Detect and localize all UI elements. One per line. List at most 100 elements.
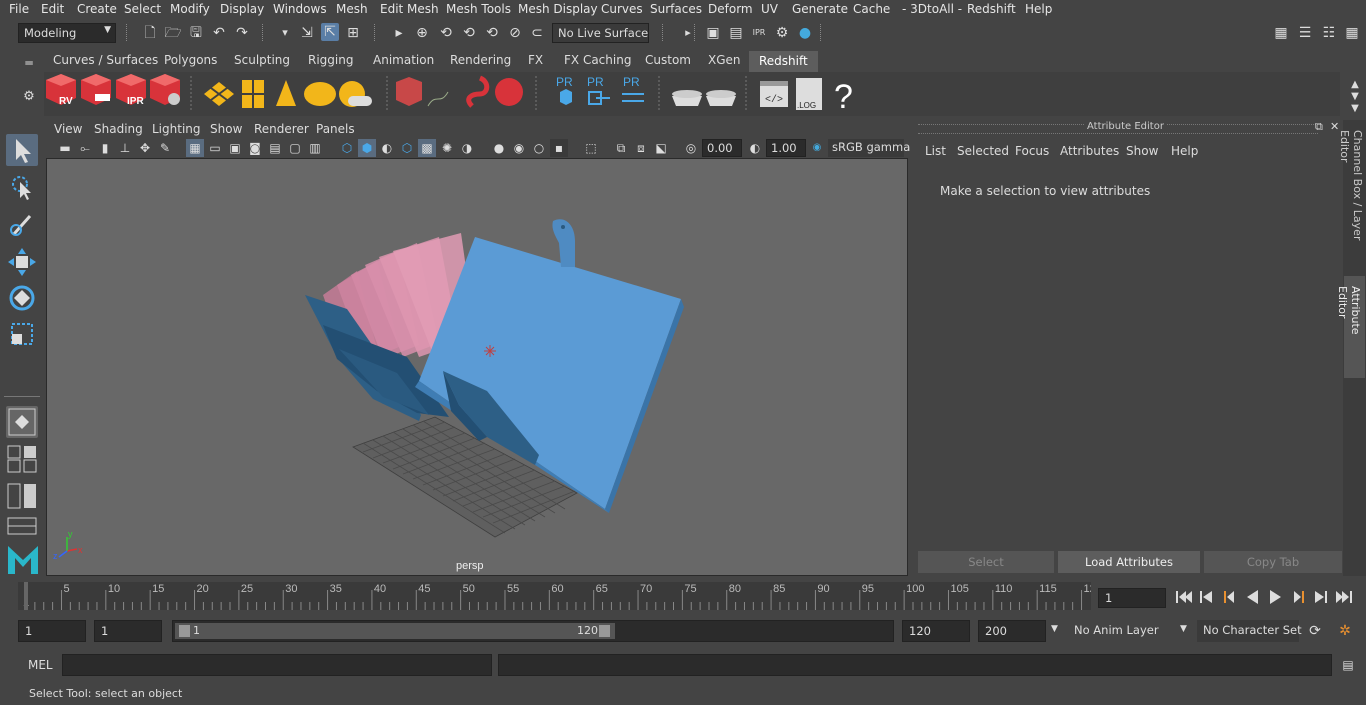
field-chart-icon[interactable]: ▤ [266,139,284,157]
shelf-tab-curves-surfaces[interactable]: Curves / Surfaces [53,53,158,72]
camera-select-icon[interactable]: ▬ [56,139,74,157]
snap-toggle-icon[interactable]: ▸ [390,24,408,42]
save-scene-icon[interactable]: 🖫 [187,24,205,42]
auto-key-icon[interactable]: ⟳ [1306,622,1324,640]
log-icon[interactable]: .LOG [796,78,822,110]
character-set-dropdown[interactable]: No Character Set [1197,620,1302,642]
step-forward-frame-icon[interactable] [1294,591,1304,603]
select-tool-icon[interactable] [6,134,38,166]
redshift-pr-export-icon[interactable]: PR [587,75,610,105]
channel-box-tab[interactable]: Channel Box / Layer Editor [1338,130,1364,270]
redshift-dome-light-icon[interactable] [304,82,336,106]
current-time-marker[interactable] [24,582,28,610]
select-by-hierarchy-icon[interactable]: ▾ [276,24,294,42]
shadows-icon[interactable]: ◑ [458,139,476,157]
shelf-tab-animation[interactable]: Animation [373,53,434,72]
menu-cache[interactable]: Cache [853,2,890,16]
xray-icon[interactable]: ⧉ [612,139,630,157]
ae-menu-attributes[interactable]: Attributes [1060,144,1119,158]
single-perspective-layout-icon[interactable] [6,406,38,438]
smooth-shade-icon[interactable]: ⬢ [358,139,376,157]
snap-view-icon[interactable]: ⟲ [483,24,501,42]
redshift-sun-icon[interactable] [339,81,372,107]
snap-live-icon[interactable]: ⊂ [528,24,546,42]
redshift-volume-icon[interactable] [396,77,422,106]
chevron-down-icon[interactable]: ▼ [1180,624,1187,634]
bake-settings-icon[interactable] [706,90,736,106]
redshift-ipr-icon[interactable]: IPR [116,74,146,107]
wireframe-icon[interactable]: ⬡ [338,139,356,157]
anim-layer-dropdown[interactable]: No Anim Layer [1068,620,1174,642]
gamma-field[interactable]: 1.00 [766,139,806,157]
menu-3dtoall[interactable]: - 3DtoAll - [902,2,962,16]
color-space-field[interactable]: sRGB gamma [828,139,910,157]
select-button[interactable]: Select [918,551,1054,573]
flat-shade-icon[interactable]: ◐ [378,139,396,157]
menu-edit-mesh[interactable]: Edit Mesh [380,2,439,16]
render-view-icon[interactable]: ▣ [704,24,722,42]
redshift-render-view-icon[interactable]: RV [46,74,76,107]
move-tool-icon[interactable] [6,246,38,278]
shelf-options-icon[interactable]: ═ [20,54,38,72]
redshift-settings-icon[interactable] [150,74,180,105]
resolution-gate-icon[interactable]: ▣ [226,139,244,157]
shelf-menu-icon[interactable]: ▼ [1346,100,1364,118]
redshift-light-icon[interactable] [242,80,264,108]
bake-icon[interactable] [672,90,702,106]
gate-mask-icon[interactable]: ◙ [246,139,264,157]
isolate-select-icon[interactable]: ⬚ [582,139,600,157]
undo-icon[interactable]: ↶ [210,24,228,42]
ae-menu-selected[interactable]: Selected [957,144,1009,158]
film-gate-icon[interactable]: ▭ [206,139,224,157]
go-to-end-icon[interactable] [1336,591,1352,603]
redo-icon[interactable]: ↷ [233,24,251,42]
menu-generate[interactable]: Generate [792,2,848,16]
menu-redshift[interactable]: Redshift [967,2,1016,16]
redshift-render-sequence-icon[interactable] [81,74,111,105]
menu-curves[interactable]: Curves [601,2,643,16]
select-by-type-icon[interactable]: ⊞ [344,24,362,42]
ae-menu-show[interactable]: Show [1126,144,1158,158]
copy-tab-button[interactable]: Copy Tab [1204,551,1342,573]
menu-deform[interactable]: Deform [708,2,753,16]
exposure-icon[interactable]: ◎ [682,139,700,157]
open-scene-icon[interactable]: 🗁 [164,24,182,42]
script-editor-icon[interactable]: </> [760,81,788,107]
color-management-icon[interactable]: ◉ [808,139,826,157]
workspace-icon[interactable]: ▦ [1272,24,1290,42]
ae-menu-help[interactable]: Help [1171,144,1198,158]
menu-set-dropdown[interactable]: Modeling ▼ [18,23,116,43]
textured-icon[interactable]: ▩ [418,139,436,157]
redshift-curve-icon[interactable] [466,75,490,108]
redshift-hair-icon[interactable] [427,91,449,107]
wireframe-on-shaded-icon[interactable]: ⬡ [398,139,416,157]
menu-uv[interactable]: UV [761,2,778,16]
redshift-material-icon[interactable] [495,78,523,106]
screen-space-ao-icon[interactable]: ● [490,139,508,157]
range-slider[interactable]: 1 120 [172,620,894,642]
ae-menu-list[interactable]: List [925,144,946,158]
xray-joints-icon[interactable]: ⧈ [632,139,650,157]
snap-point-icon[interactable]: ⟲ [460,24,478,42]
lights-icon[interactable]: ✺ [438,139,456,157]
time-slider[interactable]: 1510152025303540455055606570758085909510… [18,582,1096,610]
step-back-key-icon[interactable] [1200,591,1212,603]
snap-grid-icon[interactable]: ⊕ [413,24,431,42]
menu-edit[interactable]: Edit [41,2,64,16]
scene-end-field[interactable]: 200 [978,620,1046,642]
snap-curve-icon[interactable]: ⟲ [437,24,455,42]
float-panel-icon[interactable]: ⧉ [1315,120,1323,134]
new-scene-icon[interactable]: 🗋 [141,24,159,42]
help-icon[interactable]: ? [834,78,853,116]
shelf-tab-xgen[interactable]: XGen [708,53,741,72]
attribute-editor-tab[interactable]: Attribute Editor [1336,276,1365,378]
anti-aliasing-icon[interactable]: ○ [530,139,548,157]
scale-tool-icon[interactable] [6,318,38,350]
menu-select[interactable]: Select [124,2,161,16]
menu-modify[interactable]: Modify [170,2,210,16]
menu-surfaces[interactable]: Surfaces [650,2,702,16]
playback-end-field[interactable]: 120 [902,620,970,642]
range-slider-start-handle[interactable] [179,625,190,637]
playback-start-field[interactable]: 1 [94,620,162,642]
redshift-pr-object-icon[interactable]: PR [556,75,573,105]
